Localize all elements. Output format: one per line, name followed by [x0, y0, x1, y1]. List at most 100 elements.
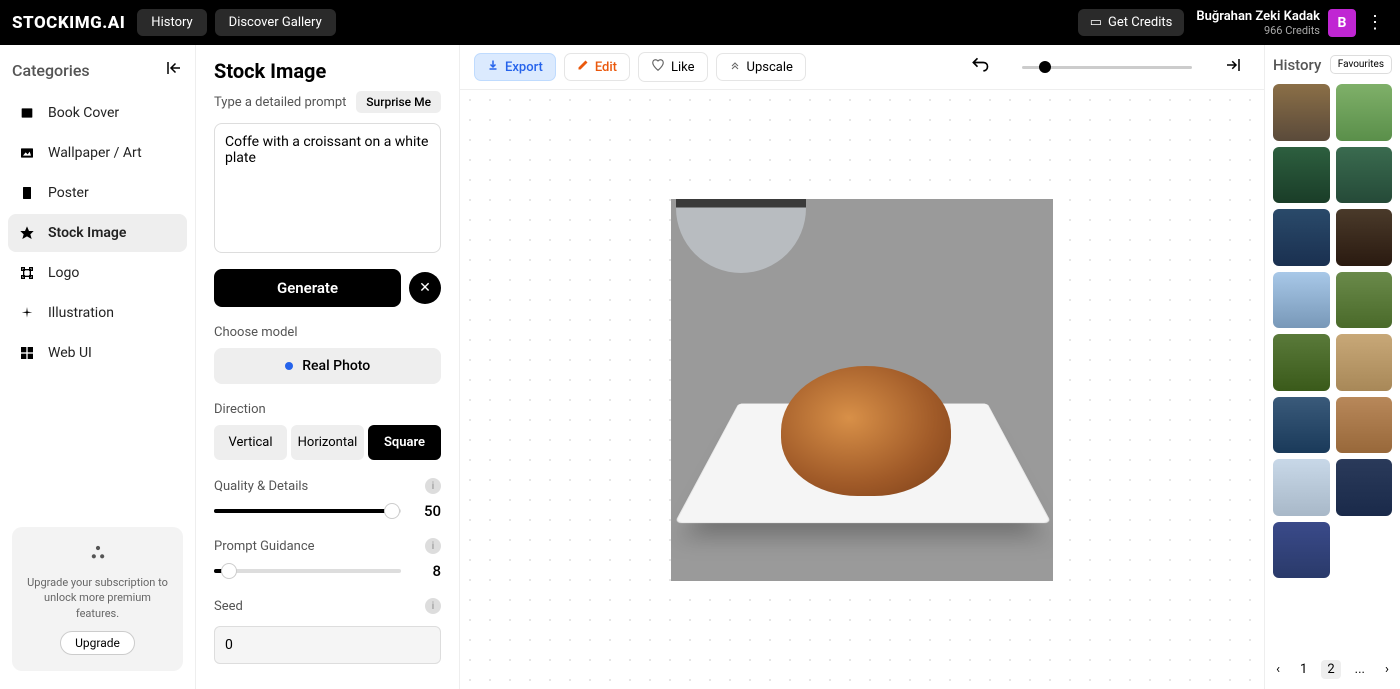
canvas-area[interactable]	[460, 90, 1264, 689]
category-wallpaper[interactable]: Wallpaper / Art	[8, 134, 187, 172]
direction-vertical[interactable]: Vertical	[214, 425, 287, 460]
pager-more[interactable]: ...	[1349, 660, 1371, 679]
history-thumb[interactable]	[1336, 397, 1393, 454]
categories-title: Categories	[12, 61, 90, 80]
guidance-label: Prompt Guidance	[214, 539, 315, 554]
history-thumb[interactable]	[1336, 459, 1393, 516]
edit-button[interactable]: Edit	[564, 53, 630, 81]
history-nav-button[interactable]: History	[137, 9, 206, 36]
category-label: Web UI	[48, 345, 92, 361]
history-thumb[interactable]	[1273, 209, 1330, 266]
upgrade-text: Upgrade your subscription to unlock more…	[24, 575, 171, 621]
seed-label: Seed	[214, 599, 243, 614]
kebab-menu-icon[interactable]: ⋮	[1362, 12, 1388, 33]
download-icon	[487, 59, 499, 75]
history-thumb[interactable]	[1273, 459, 1330, 516]
pager-prev[interactable]: ‹	[1270, 660, 1286, 679]
category-label: Poster	[48, 185, 89, 201]
upgrade-button[interactable]: Upgrade	[60, 631, 135, 655]
like-button[interactable]: Like	[638, 52, 708, 82]
settings-panel: Stock Image Type a detailed prompt Surpr…	[195, 45, 460, 689]
logo-icon	[18, 264, 36, 282]
like-label: Like	[671, 60, 695, 75]
category-poster[interactable]: Poster	[8, 174, 187, 212]
categories-sidebar: Categories Book Cover Wallpaper / Art Po…	[0, 45, 195, 689]
history-thumb[interactable]	[1336, 334, 1393, 391]
get-credits-label: Get Credits	[1108, 15, 1172, 30]
page-title: Stock Image	[214, 59, 441, 83]
category-label: Logo	[48, 265, 79, 281]
generated-image[interactable]	[671, 199, 1053, 581]
pager-next[interactable]: ›	[1379, 660, 1395, 679]
seed-input[interactable]	[214, 626, 441, 664]
history-thumb[interactable]	[1336, 147, 1393, 204]
app-logo[interactable]: STOCKIMG.AI	[12, 13, 125, 33]
history-thumb[interactable]	[1273, 84, 1330, 141]
category-book-cover[interactable]: Book Cover	[8, 94, 187, 132]
avatar[interactable]: B	[1328, 9, 1356, 37]
category-label: Wallpaper / Art	[48, 145, 142, 161]
zoom-slider[interactable]	[1022, 66, 1192, 69]
clear-prompt-button[interactable]: ✕	[409, 272, 441, 304]
history-thumb[interactable]	[1336, 272, 1393, 329]
category-logo[interactable]: Logo	[8, 254, 187, 292]
credits-count: 966 Credits	[1196, 24, 1320, 37]
history-thumb[interactable]	[1273, 147, 1330, 204]
upscale-icon	[729, 59, 741, 75]
guidance-slider[interactable]	[214, 569, 401, 573]
history-title: History	[1273, 56, 1321, 74]
category-label: Book Cover	[48, 105, 119, 121]
grid-icon	[18, 344, 36, 362]
history-pager: ‹ 1 2 ... ›	[1273, 650, 1392, 679]
direction-square[interactable]: Square	[368, 425, 441, 460]
surprise-me-button[interactable]: Surprise Me	[356, 91, 441, 113]
history-thumbnails	[1273, 84, 1392, 578]
top-bar: STOCKIMG.AI History Discover Gallery ▭ G…	[0, 0, 1400, 45]
get-credits-button[interactable]: ▭ Get Credits	[1078, 9, 1185, 36]
history-panel: History Favourites ‹ 1 2 ... ›	[1265, 45, 1400, 689]
collapse-sidebar-icon[interactable]	[165, 59, 183, 82]
user-name: Buğrahan Zeki Kadak	[1196, 9, 1320, 24]
history-thumb[interactable]	[1336, 84, 1393, 141]
heart-icon	[651, 58, 665, 76]
upgrade-box: Upgrade your subscription to unlock more…	[12, 527, 183, 671]
canvas-panel: Export Edit Like Upscale	[460, 45, 1265, 689]
history-thumb[interactable]	[1273, 397, 1330, 454]
go-to-end-icon[interactable]	[1216, 55, 1250, 79]
direction-label: Direction	[214, 402, 441, 417]
guidance-value: 8	[413, 562, 441, 580]
prompt-hint: Type a detailed prompt	[214, 95, 346, 110]
discover-gallery-button[interactable]: Discover Gallery	[215, 9, 336, 36]
direction-horizontal[interactable]: Horizontal	[291, 425, 364, 460]
quality-slider[interactable]	[214, 509, 401, 513]
image-icon	[18, 144, 36, 162]
model-selector[interactable]: Real Photo	[214, 348, 441, 384]
book-icon	[18, 104, 36, 122]
history-thumb[interactable]	[1273, 334, 1330, 391]
info-icon[interactable]: i	[425, 538, 441, 554]
model-name: Real Photo	[302, 358, 370, 374]
category-label: Illustration	[48, 305, 114, 321]
pencil-icon	[577, 59, 589, 75]
category-stock-image[interactable]: Stock Image	[8, 214, 187, 252]
star-icon	[18, 224, 36, 242]
category-illustration[interactable]: Illustration	[8, 294, 187, 332]
poster-icon	[18, 184, 36, 202]
info-icon[interactable]: i	[425, 598, 441, 614]
prompt-textarea[interactable]	[214, 123, 441, 253]
pager-page-2[interactable]: 2	[1321, 660, 1340, 679]
upscale-label: Upscale	[747, 60, 793, 75]
pager-page-1[interactable]: 1	[1294, 660, 1313, 679]
history-thumb[interactable]	[1336, 209, 1393, 266]
export-label: Export	[505, 60, 543, 75]
generate-button[interactable]: Generate	[214, 269, 401, 307]
model-label: Choose model	[214, 325, 441, 340]
upscale-button[interactable]: Upscale	[716, 53, 806, 81]
history-thumb[interactable]	[1273, 522, 1330, 579]
export-button[interactable]: Export	[474, 53, 556, 81]
favourites-button[interactable]: Favourites	[1330, 55, 1392, 74]
info-icon[interactable]: i	[425, 478, 441, 494]
category-web-ui[interactable]: Web UI	[8, 334, 187, 372]
undo-button[interactable]	[962, 55, 998, 80]
history-thumb[interactable]	[1273, 272, 1330, 329]
